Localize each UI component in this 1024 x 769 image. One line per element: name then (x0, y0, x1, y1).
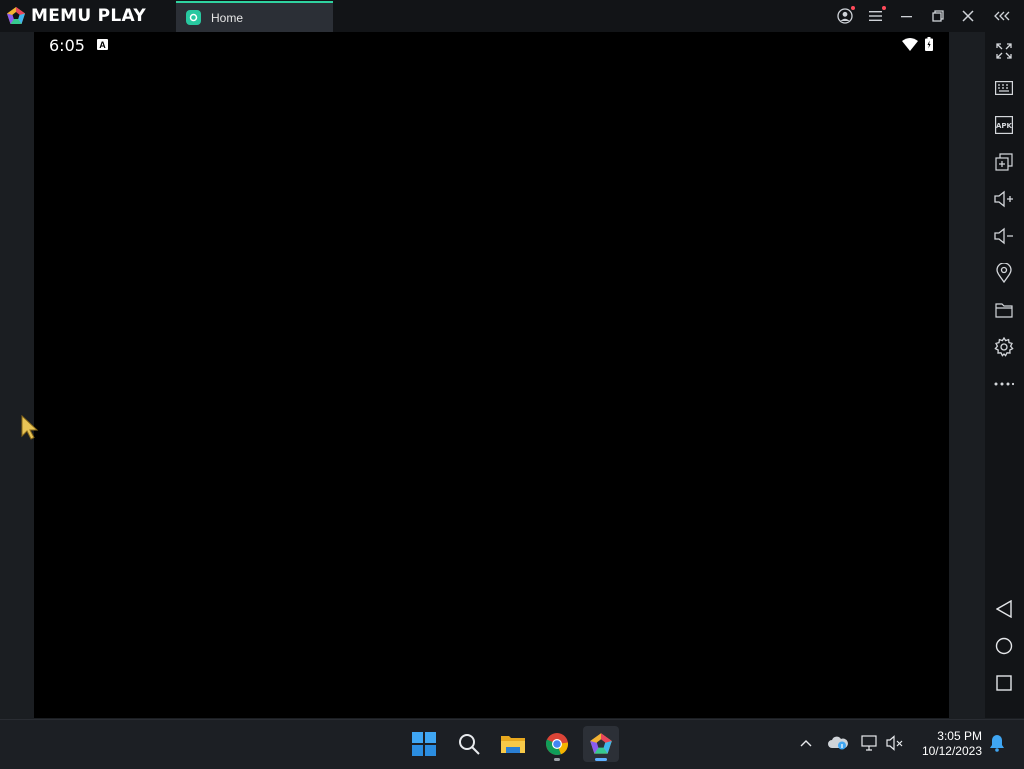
taskbar-clock[interactable]: 3:05 PM 10/12/2023 (914, 729, 982, 759)
menu-icon[interactable] (866, 6, 886, 26)
wifi-icon (902, 38, 918, 51)
apk-icon[interactable]: APK (992, 113, 1016, 137)
location-icon[interactable] (992, 261, 1016, 285)
settings-icon[interactable] (992, 335, 1016, 359)
close-icon[interactable] (958, 6, 978, 26)
file-explorer-icon[interactable] (495, 726, 531, 762)
volume-up-icon[interactable] (992, 187, 1016, 211)
recents-icon[interactable] (992, 671, 1016, 695)
volume-down-icon[interactable] (992, 224, 1016, 248)
folder-icon[interactable] (992, 298, 1016, 322)
memu-logo: MEMU PLAY (6, 5, 146, 27)
title-bar: MEMU PLAY Home (0, 0, 1024, 32)
home-tab-icon (186, 10, 201, 25)
memu-icon[interactable] (583, 726, 619, 762)
minimize-icon[interactable] (897, 6, 917, 26)
notification-bell-icon[interactable] (986, 732, 1008, 754)
memu-logo-icon (7, 7, 25, 24)
onedrive-icon[interactable] (827, 732, 849, 754)
fullscreen-icon[interactable] (992, 39, 1016, 63)
collapse-icon[interactable] (993, 6, 1013, 26)
mouse-cursor-icon (21, 415, 39, 440)
chevron-up-icon[interactable] (795, 732, 817, 754)
emulator-sidebar: APK (985, 32, 1024, 718)
chrome-icon[interactable] (539, 726, 575, 762)
multi-instance-icon[interactable] (992, 150, 1016, 174)
a-icon: A (97, 39, 108, 50)
more-icon[interactable] (992, 372, 1016, 396)
clock-time: 3:05 PM (937, 729, 982, 743)
windows-start-icon[interactable] (406, 726, 442, 762)
svg-text:APK: APK (996, 122, 1013, 130)
tab-home[interactable]: Home (176, 1, 333, 32)
home-icon[interactable] (992, 634, 1016, 658)
tab-label: Home (211, 10, 244, 25)
battery-icon (925, 37, 933, 51)
restore-icon[interactable] (928, 6, 948, 26)
keyboard-icon[interactable] (992, 76, 1016, 100)
search-icon[interactable] (451, 726, 487, 762)
android-time: 6:05 (49, 36, 85, 55)
clock-date: 10/12/2023 (921, 744, 982, 758)
back-icon[interactable] (992, 597, 1016, 621)
volume-muted-icon[interactable] (884, 732, 906, 754)
account-icon[interactable] (835, 6, 855, 26)
windows-taskbar: 3:05 PM 10/12/2023 (0, 719, 1024, 769)
app-title: MEMU PLAY (31, 6, 147, 26)
android-screen[interactable]: 6:05 A (34, 32, 949, 718)
network-icon[interactable] (859, 732, 881, 754)
